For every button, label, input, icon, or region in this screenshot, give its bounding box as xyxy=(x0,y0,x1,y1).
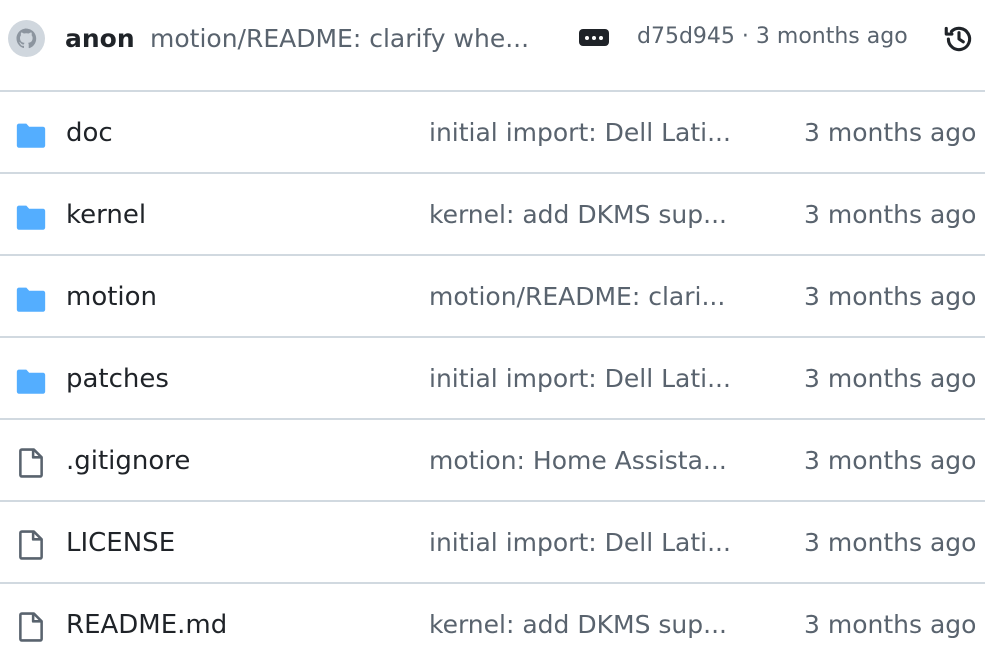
file-row-license[interactable]: LICENSE initial import: Dell Lati... 3 m… xyxy=(0,500,985,582)
latest-commit-message[interactable]: motion/README: clarify whe... xyxy=(150,21,550,57)
file-commit-age: 3 months ago xyxy=(804,200,977,229)
file-commit-message[interactable]: motion/README: clari... xyxy=(429,278,741,316)
folder-icon xyxy=(16,205,46,230)
file-row-gitignore[interactable]: .gitignore motion: Home Assista... 3 mon… xyxy=(0,418,985,500)
file-row-readme[interactable]: README.md kernel: add DKMS sup... 3 mont… xyxy=(0,582,985,664)
file-row-motion[interactable]: motion motion/README: clari... 3 months … xyxy=(0,254,985,336)
avatar[interactable] xyxy=(8,20,45,57)
file-commit-message[interactable]: kernel: add DKMS sup... xyxy=(429,196,741,234)
file-commit-age: 3 months ago xyxy=(804,364,977,393)
file-name[interactable]: LICENSE xyxy=(66,524,175,562)
history-icon[interactable] xyxy=(942,22,976,56)
commit-sha-age[interactable]: d75d945 · 3 months ago xyxy=(637,21,908,53)
file-name[interactable]: .gitignore xyxy=(66,442,190,480)
github-octocat-icon xyxy=(8,20,45,57)
file-commit-message[interactable]: initial import: Dell Lati... xyxy=(429,114,741,152)
file-commit-age: 3 months ago xyxy=(804,446,977,475)
kebab-horizontal-icon[interactable] xyxy=(579,29,609,46)
file-icon xyxy=(19,448,43,478)
file-commit-message[interactable]: initial import: Dell Lati... xyxy=(429,360,741,398)
file-row-doc[interactable]: doc initial import: Dell Lati... 3 month… xyxy=(0,90,985,172)
file-list: doc initial import: Dell Lati... 3 month… xyxy=(0,90,985,664)
file-commit-message[interactable]: kernel: add DKMS sup... xyxy=(429,606,741,644)
commit-author[interactable]: anon xyxy=(65,21,135,57)
file-commit-age: 3 months ago xyxy=(804,528,977,557)
file-name[interactable]: kernel xyxy=(66,196,146,234)
latest-commit-bar: anon motion/README: clarify whe... d75d9… xyxy=(0,0,985,90)
folder-icon xyxy=(16,369,46,394)
folder-icon xyxy=(16,287,46,312)
file-name[interactable]: doc xyxy=(66,114,113,152)
file-name[interactable]: README.md xyxy=(66,606,227,644)
folder-icon xyxy=(16,123,46,148)
file-name[interactable]: patches xyxy=(66,360,169,398)
file-commit-age: 3 months ago xyxy=(804,282,977,311)
file-icon xyxy=(19,612,43,642)
file-row-patches[interactable]: patches initial import: Dell Lati... 3 m… xyxy=(0,336,985,418)
file-icon xyxy=(19,530,43,560)
file-commit-age: 3 months ago xyxy=(804,118,977,147)
file-commit-message[interactable]: motion: Home Assista... xyxy=(429,442,741,480)
file-commit-age: 3 months ago xyxy=(804,610,977,639)
file-commit-message[interactable]: initial import: Dell Lati... xyxy=(429,524,741,562)
file-name[interactable]: motion xyxy=(66,278,157,316)
file-row-kernel[interactable]: kernel kernel: add DKMS sup... 3 months … xyxy=(0,172,985,254)
